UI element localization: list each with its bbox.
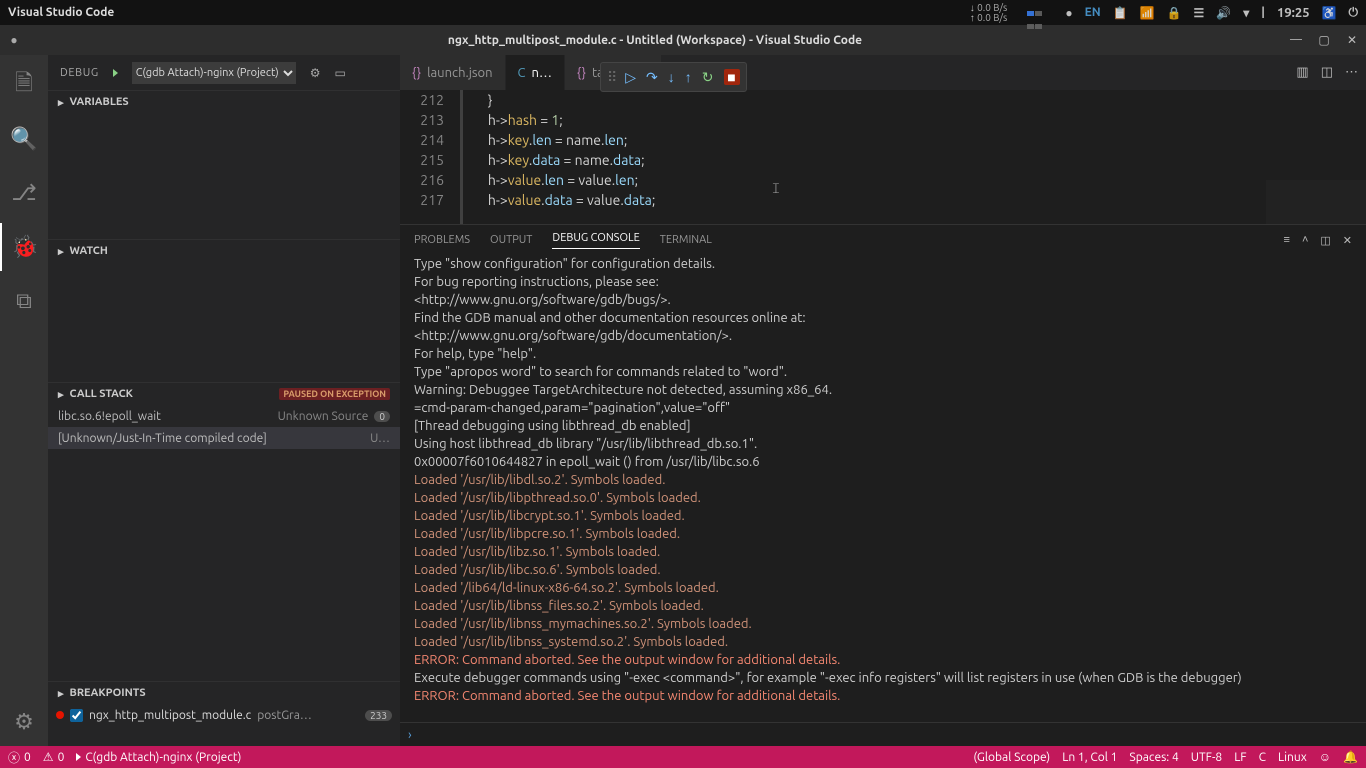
clock[interactable]: 19:25 [1277,6,1310,20]
stack-frame[interactable]: libc.so.6!epoll_waitUnknown Source0 [48,405,400,427]
scm-icon[interactable]: ⎇ [0,169,48,217]
debug-repl-input[interactable] [418,727,1358,742]
window-title: ngx_http_multipost_module.c - Untitled (… [28,34,1282,47]
stop-button[interactable]: ■ [724,69,740,85]
close-button[interactable]: ✕ [1338,33,1366,47]
tab-label: launch.json [427,66,492,80]
start-debug-button[interactable] [113,69,118,77]
paused-badge: PAUSED ON EXCEPTION [279,388,390,400]
breakpoint-dot-icon [56,711,64,719]
debug-console-output[interactable]: Type "show configuration" for configurat… [400,255,1366,722]
search-icon[interactable]: 🔍 [0,115,48,163]
status-encoding[interactable]: UTF-8 [1191,751,1222,764]
debug-config-gear-icon[interactable]: ⚙ [310,66,321,80]
split-editor-icon[interactable]: ◫ [1321,65,1333,80]
step-over-button[interactable]: ↷ [646,69,658,86]
editor-group: {}launch.jsonCn…{}tasks.json ▥ ◫ ⋯ 212 2… [400,55,1366,746]
status-indent[interactable]: Spaces: 4 [1129,751,1178,764]
clipboard-icon[interactable]: 📋 [1113,6,1128,20]
editor-tab[interactable]: Cn… [506,55,565,90]
editor[interactable]: 212 213 214 215 216 217 } h->hash = 1; h… [400,90,1366,224]
bottom-panel: PROBLEMS OUTPUT DEBUG CONSOLE TERMINAL ≡… [400,224,1366,746]
status-errors[interactable]: ⓧ 0 [8,749,31,766]
keyboard-layout[interactable]: EN [1085,6,1101,19]
tab-problems[interactable]: PROBLEMS [414,234,470,246]
menu-icon[interactable]: ☰ [1194,6,1205,20]
drag-handle-icon[interactable]: ⠿ [607,69,615,86]
debug-sidebar: DEBUG C(gdb Attach)-nginx (Project) ⚙ ▭ … [48,55,400,746]
file-type-icon: {} [577,66,586,80]
debug-header: DEBUG C(gdb Attach)-nginx (Project) ⚙ ▭ [48,55,400,90]
system-tray: ↓ 0.0 B/s↑ 0.0 B/s ● EN 📋 📶 🔒 ☰ 🔊 ▾ | 19… [970,3,1358,23]
debug-toolbar[interactable]: ⠿ ▷ ↷ ↓ ↑ ↻ ■ [600,62,747,92]
settings-gear-icon[interactable]: ⚙ [0,698,48,746]
explorer-icon[interactable]: 🗎 [0,61,48,109]
volume-icon[interactable]: 🔊 [1216,6,1231,20]
code-content[interactable]: } h->hash = 1; h->key.len = name.len; h-… [460,90,1366,224]
wifi-icon[interactable]: 📶 [1140,6,1155,20]
chevron-down-icon[interactable]: ▾ [1243,6,1249,20]
breakpoint-row[interactable]: ngx_http_multipost_module.c postGra…233 [48,704,400,726]
step-out-button[interactable]: ↑ [685,69,692,85]
panel-tabs: PROBLEMS OUTPUT DEBUG CONSOLE TERMINAL ≡… [400,225,1366,255]
debug-config-select[interactable]: C(gdb Attach)-nginx (Project) [132,62,296,84]
app-name: Visual Studio Code [8,6,114,19]
variables-section-header[interactable]: ▸ VARIABLES [48,91,400,113]
tab-label: n… [532,66,552,80]
debug-repl[interactable]: › [400,722,1366,746]
extensions-icon[interactable]: ⧉ [0,277,48,325]
debug-header-label: DEBUG [60,67,99,79]
panel-maximize-icon[interactable]: ◫ [1320,234,1330,247]
tab-debug-console[interactable]: DEBUG CONSOLE [552,232,639,249]
activity-bar: 🗎 🔍 ⎇ 🐞 ⧉ ⚙ [0,55,48,746]
debug-icon[interactable]: 🐞 [0,223,48,271]
editor-tab[interactable]: {} launch.json [400,55,506,90]
panel-close-icon[interactable]: ✕ [1343,234,1352,247]
lock-icon[interactable]: 🔒 [1167,6,1182,20]
minimize-button[interactable]: — [1282,33,1310,47]
stack-frame[interactable]: [Unknown/Just-In-Time compiled code]U… [48,427,400,449]
status-warnings[interactable]: ⚠ 0 [43,750,65,764]
restart-button[interactable]: ↻ [702,69,714,86]
breakpoints-section-header[interactable]: ▸ BREAKPOINTS [48,682,400,704]
status-eol[interactable]: LF [1234,751,1246,764]
debug-console-toggle-icon[interactable]: ▭ [335,66,346,80]
status-cursor-pos[interactable]: Ln 1, Col 1 [1062,751,1117,764]
more-actions-icon[interactable]: ⋯ [1345,65,1358,80]
power-icon[interactable]: ⏻ [1349,6,1359,20]
editor-tabs: {}launch.jsonCn…{}tasks.json ▥ ◫ ⋯ [400,55,1366,90]
panel-collapse-icon[interactable]: ˄ [1302,234,1308,247]
dirty-indicator: ● [0,33,28,47]
panel-clear-icon[interactable]: ≡ [1284,234,1290,247]
file-type-icon: C [518,66,526,80]
tab-terminal[interactable]: TERMINAL [660,234,712,246]
gutter: 212 213 214 215 216 217 [400,90,460,224]
callstack-section-header[interactable]: ▸ CALL STACK PAUSED ON EXCEPTION [48,383,400,405]
system-top-bar: Visual Studio Code ↓ 0.0 B/s↑ 0.0 B/s ● … [0,0,1366,25]
status-language[interactable]: C [1259,751,1266,764]
breakpoint-checkbox[interactable] [70,709,83,722]
continue-button[interactable]: ▷ [625,69,636,86]
network-speed: ↓ 0.0 B/s↑ 0.0 B/s [970,3,1008,23]
workspace-indicator[interactable] [1027,7,1045,19]
window-title-bar: ● ngx_http_multipost_module.c - Untitled… [0,25,1366,55]
maximize-button[interactable]: ▢ [1310,33,1338,47]
status-bar: ⓧ 0 ⚠ 0 C(gdb Attach)-nginx (Project) (G… [0,746,1366,768]
open-preview-icon[interactable]: ▥ [1296,65,1308,80]
a11y-icon[interactable]: ♿ [1322,6,1337,20]
status-os[interactable]: Linux [1278,751,1307,764]
tab-output[interactable]: OUTPUT [490,234,532,246]
status-debug-target[interactable]: C(gdb Attach)-nginx (Project) [76,751,241,764]
file-type-icon: {} [412,66,421,80]
record-icon[interactable]: ● [1065,6,1072,20]
status-notifications-icon[interactable]: 🔔 [1343,750,1358,764]
status-scope[interactable]: (Global Scope) [973,751,1050,764]
status-feedback-icon[interactable]: ☺ [1319,750,1331,764]
watch-section-header[interactable]: ▸ WATCH [48,240,400,262]
step-into-button[interactable]: ↓ [668,69,675,85]
divider: | [1261,6,1265,19]
